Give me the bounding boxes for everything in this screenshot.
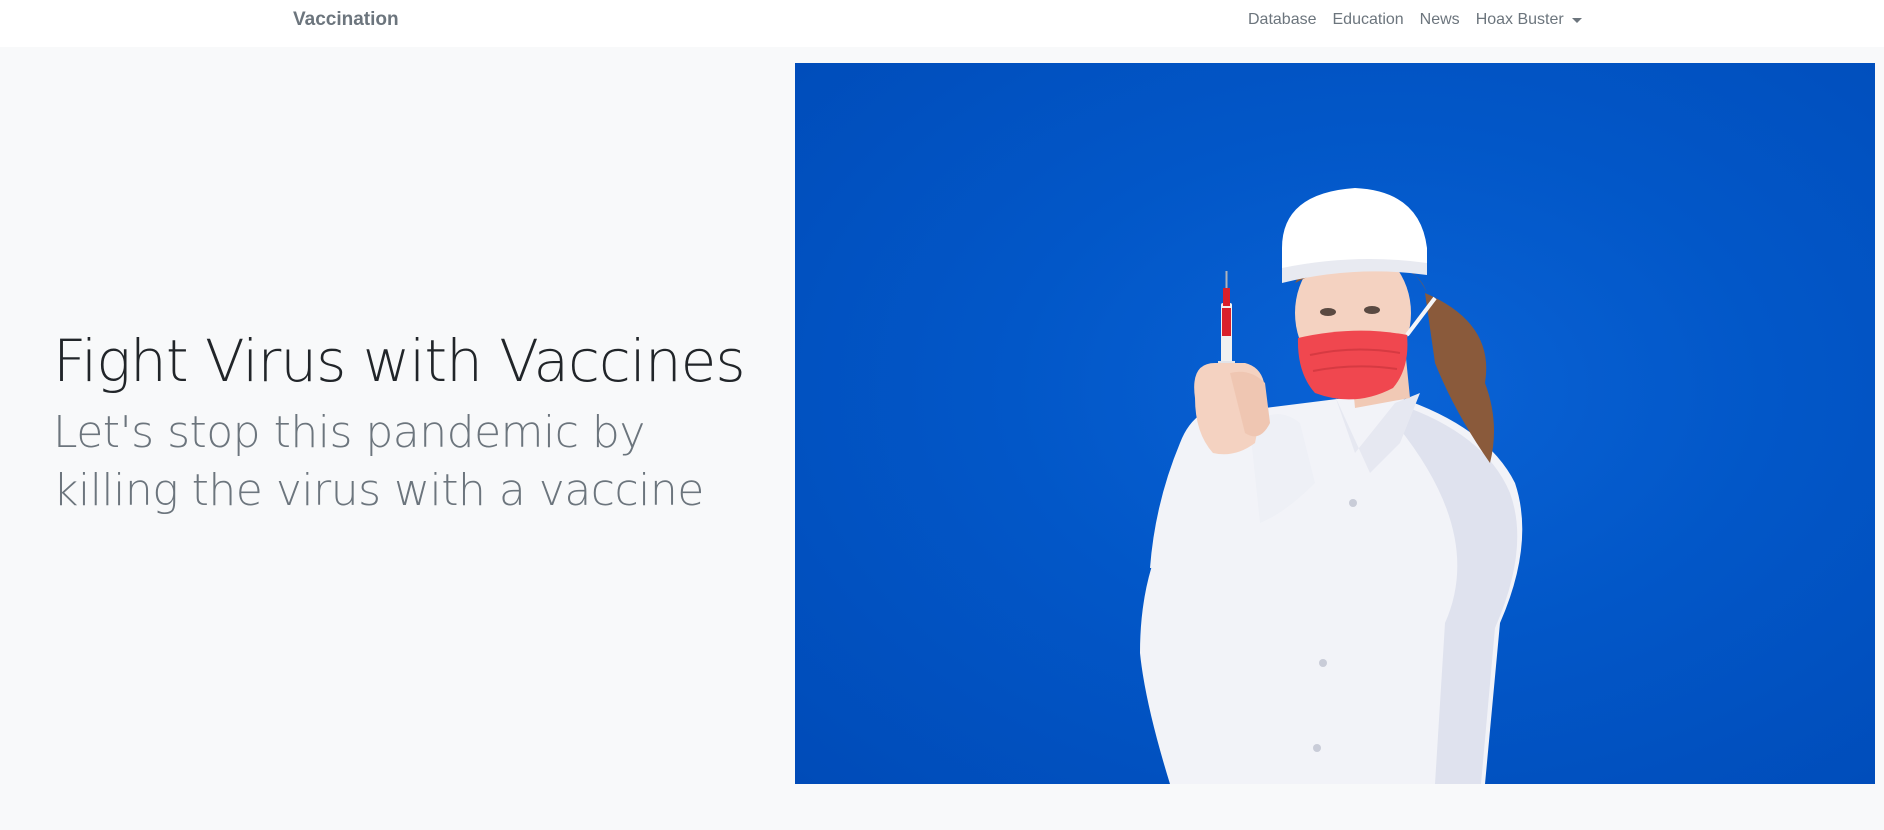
nav-dropdown-hoax-buster[interactable]: Hoax Buster (1476, 9, 1582, 31)
nav-dropdown-label: Hoax Buster (1475, 11, 1564, 28)
top-navbar: Vaccination Database Education News Hoax… (0, 0, 1884, 47)
brand-link[interactable]: Vaccination (293, 8, 399, 32)
caret-down-icon (1571, 17, 1582, 23)
nurse-illustration (1140, 188, 1523, 784)
nav-links: Database Education News Hoax Buster (1248, 9, 1582, 31)
hero-title: Fight Virus with Vaccines (53, 327, 746, 395)
nav-link-news[interactable]: News (1420, 9, 1460, 31)
nav-link-education[interactable]: Education (1333, 9, 1404, 31)
nav-link-database[interactable]: Database (1248, 9, 1317, 31)
hero-image-nurse-with-syringe (795, 63, 1875, 784)
hero-subtitle: Let's stop this pandemic by killing the … (53, 407, 704, 516)
